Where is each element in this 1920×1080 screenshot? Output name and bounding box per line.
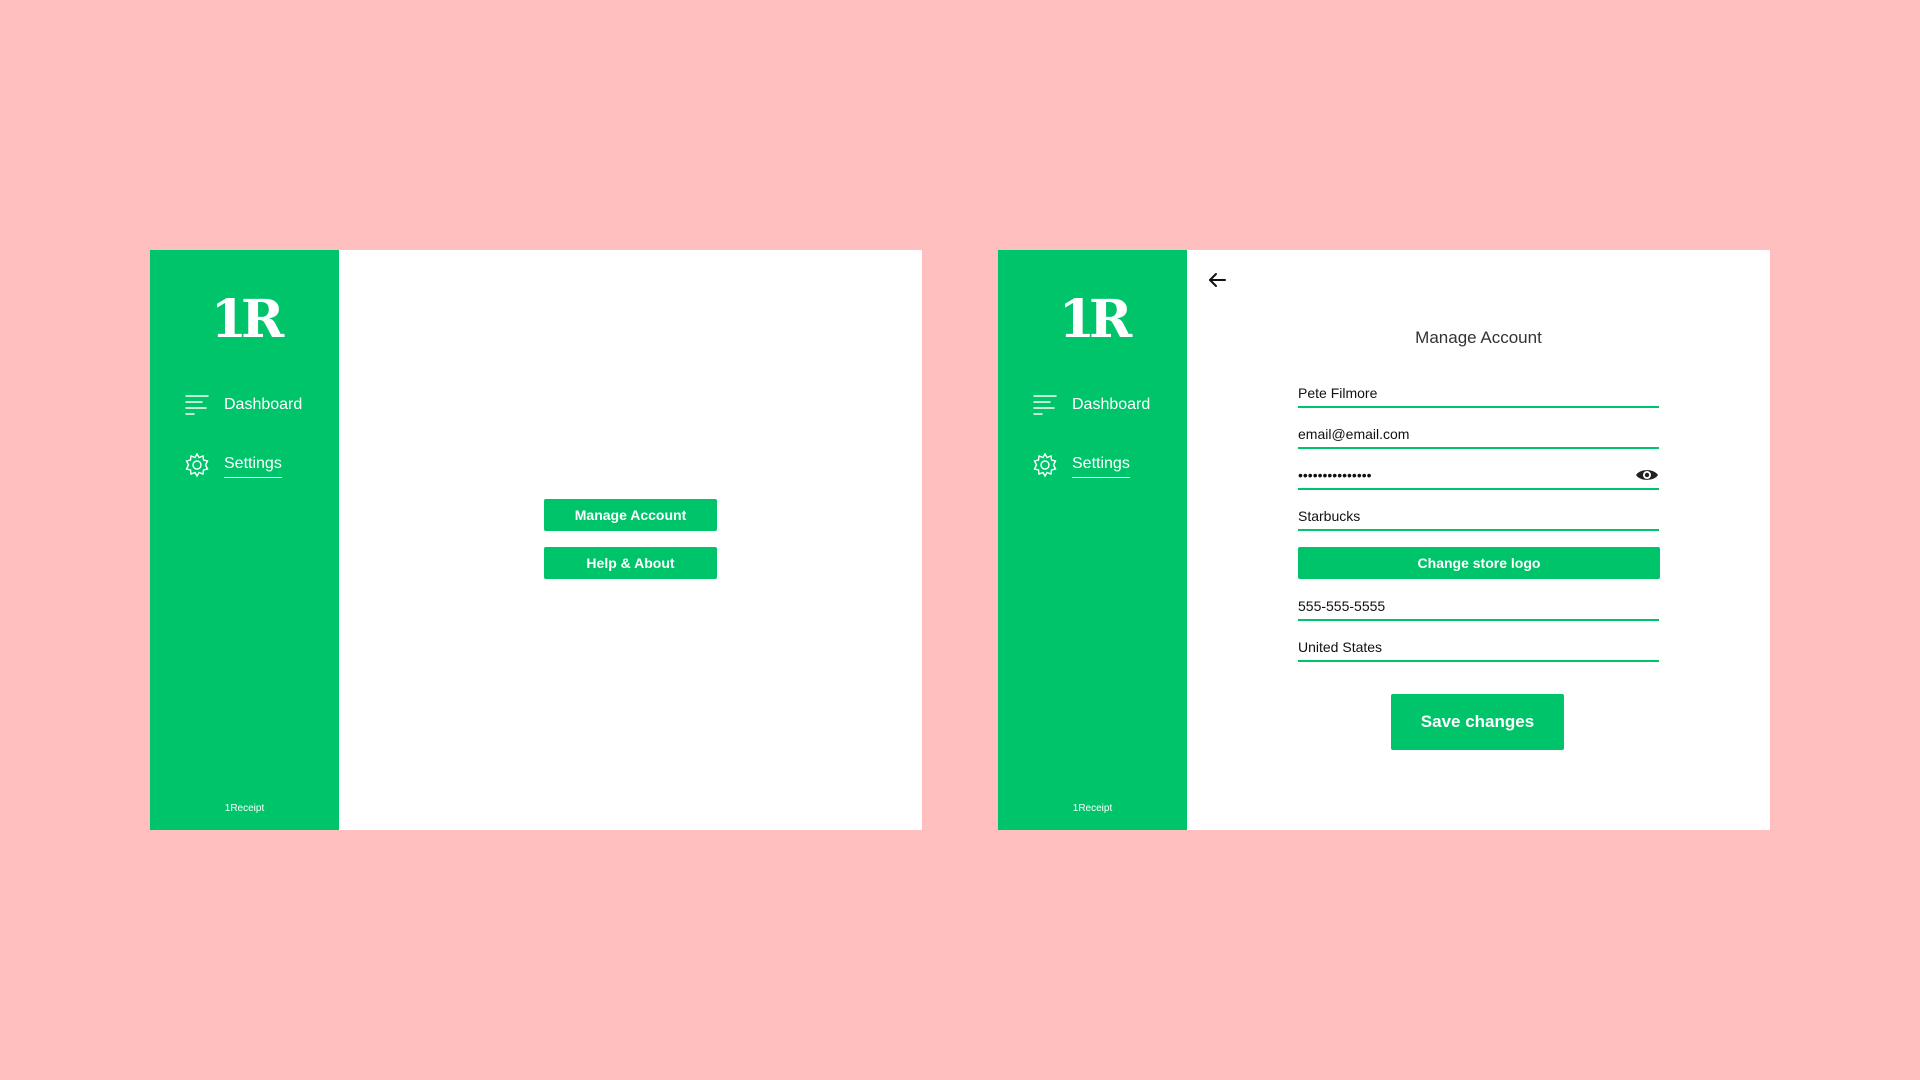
sidebar-item-label: Dashboard	[224, 396, 303, 413]
sidebar: 1R Dashboard Settings 1Receipt	[150, 250, 339, 830]
sidebar: 1R Dashboard Settings 1Receipt	[998, 250, 1187, 830]
brand-logo: 1R	[1058, 289, 1132, 350]
password-input[interactable]	[1298, 467, 1635, 483]
brand-footer: 1Receipt	[1072, 803, 1113, 814]
brand-logo: 1R	[210, 289, 284, 350]
sidebar-item-dashboard[interactable]: Dashboard	[184, 392, 302, 418]
country-input[interactable]	[1298, 639, 1659, 655]
back-arrow-icon[interactable]	[1205, 268, 1229, 292]
manage-account-button[interactable]: Manage Account	[544, 499, 717, 531]
store-name-input[interactable]	[1298, 508, 1659, 524]
sidebar-item-label: Settings	[224, 455, 282, 478]
eye-icon[interactable]	[1635, 467, 1659, 483]
page-title: Manage Account	[1415, 328, 1542, 347]
settings-content: Manage Account Help & About	[339, 250, 922, 830]
password-field	[1298, 462, 1659, 490]
email-field	[1298, 421, 1659, 449]
manage-account-content: Manage Account Change store logo Save ch…	[1187, 250, 1770, 830]
sidebar-item-settings[interactable]: Settings	[184, 451, 282, 478]
email-input[interactable]	[1298, 426, 1659, 442]
name-input[interactable]	[1298, 385, 1659, 401]
name-field	[1298, 380, 1659, 408]
sidebar-item-label: Settings	[1072, 455, 1130, 478]
gear-icon	[185, 452, 209, 477]
brand-footer: 1Receipt	[224, 803, 265, 814]
phone-input[interactable]	[1298, 598, 1659, 614]
save-changes-button[interactable]: Save changes	[1391, 694, 1564, 750]
settings-screen: 1R Dashboard Settings 1Receipt Manage Ac…	[150, 250, 922, 830]
sidebar-item-label: Dashboard	[1072, 396, 1151, 413]
menu-lines-icon	[185, 395, 209, 415]
help-about-button[interactable]: Help & About	[544, 547, 717, 579]
phone-field	[1298, 593, 1659, 621]
manage-account-screen: 1R Dashboard Settings 1Receipt Manage Ac…	[998, 250, 1770, 830]
store-name-field	[1298, 503, 1659, 531]
sidebar-item-dashboard[interactable]: Dashboard	[1032, 392, 1150, 418]
country-field	[1298, 634, 1659, 662]
gear-icon	[1033, 452, 1057, 477]
change-store-logo-button[interactable]: Change store logo	[1298, 547, 1660, 579]
sidebar-item-settings[interactable]: Settings	[1032, 451, 1130, 478]
menu-lines-icon	[1033, 395, 1057, 415]
